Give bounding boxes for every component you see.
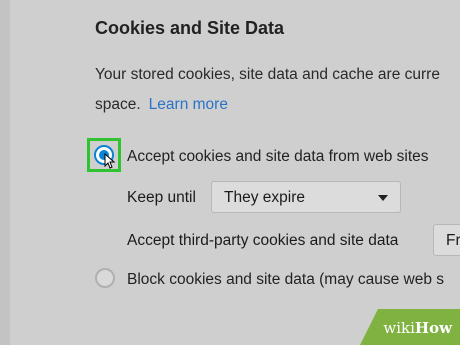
- dropdown-arrow-icon: [378, 195, 388, 201]
- third-party-value: Fr: [446, 232, 460, 249]
- watermark-text: wikiHow: [383, 319, 452, 337]
- block-cookies-label[interactable]: Block cookies and site data (may cause w…: [127, 271, 444, 289]
- section-heading: Cookies and Site Data: [95, 18, 285, 38]
- watermark-suffix: How: [414, 319, 452, 337]
- window-edge: [0, 0, 10, 345]
- keep-until-select[interactable]: They expire: [211, 181, 401, 213]
- section-description: Your stored cookies, site data and cache…: [95, 60, 460, 120]
- block-cookies-radio[interactable]: [95, 268, 115, 288]
- description-line-2: space. Learn more: [95, 90, 460, 120]
- accept-cookies-label[interactable]: Accept cookies and site data from web si…: [127, 148, 429, 166]
- description-line-2-text: space.: [95, 96, 141, 113]
- mouse-cursor-icon: [104, 153, 116, 169]
- wikihow-watermark: wikiHow: [350, 305, 460, 345]
- watermark-brand: wiki: [383, 319, 415, 337]
- third-party-label: Accept third-party cookies and site data: [127, 232, 399, 249]
- description-line-1: Your stored cookies, site data and cache…: [95, 66, 440, 83]
- learn-more-link[interactable]: Learn more: [149, 96, 228, 113]
- keep-until-label: Keep until: [127, 189, 196, 206]
- third-party-select[interactable]: Fr: [433, 224, 460, 256]
- keep-until-value: They expire: [224, 189, 305, 206]
- accept-radio-highlight: [87, 138, 121, 172]
